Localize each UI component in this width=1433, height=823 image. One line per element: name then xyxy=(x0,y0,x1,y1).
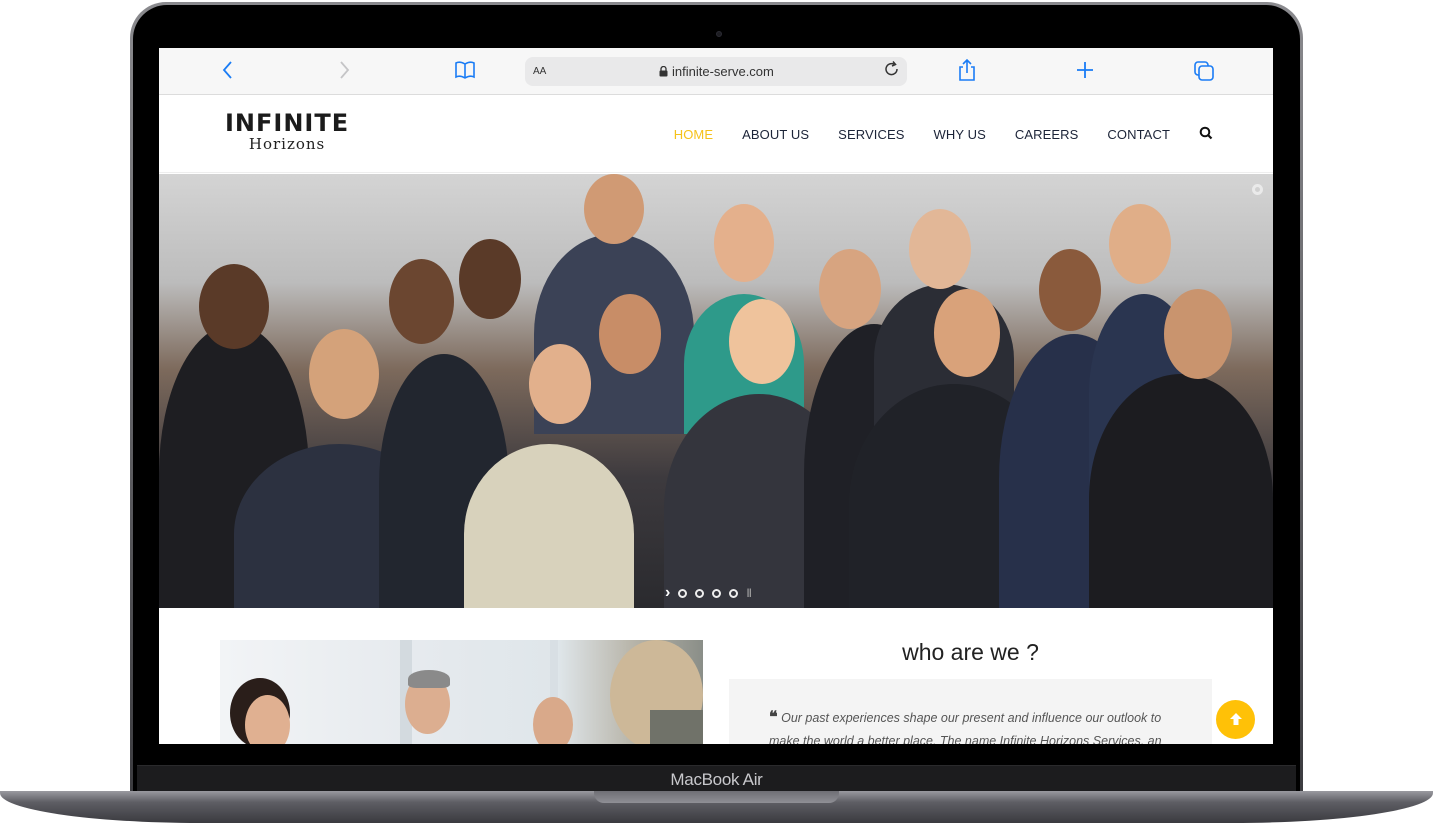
hero-photo-figure xyxy=(909,209,971,289)
about-image xyxy=(220,640,703,744)
hero-photo-figure xyxy=(599,294,661,374)
hero-photo-figure xyxy=(199,264,269,349)
hero-photo-figure xyxy=(1109,204,1171,284)
chevron-left-icon[interactable] xyxy=(221,60,233,85)
site-header: INFINITE Horizons HOME ABOUT US SERVICES… xyxy=(159,95,1273,173)
share-icon[interactable] xyxy=(957,58,977,87)
plus-icon[interactable] xyxy=(1075,60,1095,85)
loading-indicator-icon xyxy=(1252,184,1263,195)
hero-photo-figure xyxy=(309,329,379,419)
reload-icon[interactable] xyxy=(883,60,901,83)
screen: AA infinite-serve.com INFINITE Horizons … xyxy=(159,48,1273,744)
main-nav: HOME ABOUT US SERVICES WHY US CAREERS CO… xyxy=(674,126,1213,143)
hero-photo-figure xyxy=(1089,374,1273,608)
slide-dot[interactable] xyxy=(712,588,722,598)
hero-photo-figure xyxy=(459,239,521,319)
about-quote: ❝ Our past experiences shape our present… xyxy=(729,679,1212,744)
section-title: who are we ? xyxy=(902,639,1039,665)
hero-photo-figure xyxy=(934,289,1000,377)
arrow-up-icon xyxy=(1229,713,1242,725)
slide-dot[interactable] xyxy=(678,588,688,598)
back-to-top-button[interactable] xyxy=(1216,700,1255,739)
book-icon[interactable] xyxy=(454,60,476,85)
hero-photo-figure xyxy=(1164,289,1232,379)
hero-photo-figure xyxy=(389,259,454,344)
hero-photo-figure xyxy=(464,444,634,608)
search-icon[interactable] xyxy=(1199,126,1213,143)
url-text: infinite-serve.com xyxy=(672,64,774,79)
hero-photo-figure xyxy=(1039,249,1101,331)
lock-icon xyxy=(659,66,668,77)
url-display[interactable]: infinite-serve.com xyxy=(659,64,774,79)
address-bar[interactable]: AA infinite-serve.com xyxy=(525,57,907,86)
hero-photo-figure xyxy=(729,299,795,384)
slide-dot[interactable] xyxy=(729,588,739,598)
chevron-right-icon[interactable] xyxy=(339,60,351,85)
nav-careers[interactable]: CAREERS xyxy=(1015,127,1079,142)
hero-photo-figure xyxy=(714,204,774,282)
hero-photo-figure xyxy=(529,344,591,424)
nav-contact[interactable]: CONTACT xyxy=(1107,127,1170,142)
about-image-detail xyxy=(650,710,703,744)
quote-icon: ❝ xyxy=(769,709,778,726)
slider-controls: › II xyxy=(665,584,752,602)
about-image-detail xyxy=(408,670,450,688)
browser-toolbar: AA infinite-serve.com xyxy=(159,48,1273,95)
logo-wordmark: INFINITE xyxy=(225,109,350,137)
device-label: MacBook Air xyxy=(670,770,763,789)
nav-home[interactable]: HOME xyxy=(674,127,713,142)
camera-icon xyxy=(716,31,722,37)
logo-subtitle: Horizons xyxy=(248,135,326,153)
nav-services[interactable]: SERVICES xyxy=(838,127,904,142)
slide-dot[interactable] xyxy=(695,588,705,598)
text-size-button[interactable]: AA xyxy=(533,66,546,77)
hero-photo-figure xyxy=(584,174,644,244)
nav-why-us[interactable]: WHY US xyxy=(933,127,985,142)
next-slide-button[interactable]: › xyxy=(665,584,670,602)
about-quote-text: Our past experiences shape our present a… xyxy=(769,711,1162,744)
hero-photo-figure xyxy=(819,249,881,329)
nav-about-us[interactable]: ABOUT US xyxy=(742,127,809,142)
laptop-notch xyxy=(594,791,839,803)
logo[interactable]: INFINITE Horizons xyxy=(225,110,349,152)
tabs-icon[interactable] xyxy=(1193,60,1215,87)
pause-button[interactable]: II xyxy=(746,586,752,600)
hero-slider[interactable]: › II xyxy=(159,174,1273,608)
about-image-detail xyxy=(533,697,573,744)
